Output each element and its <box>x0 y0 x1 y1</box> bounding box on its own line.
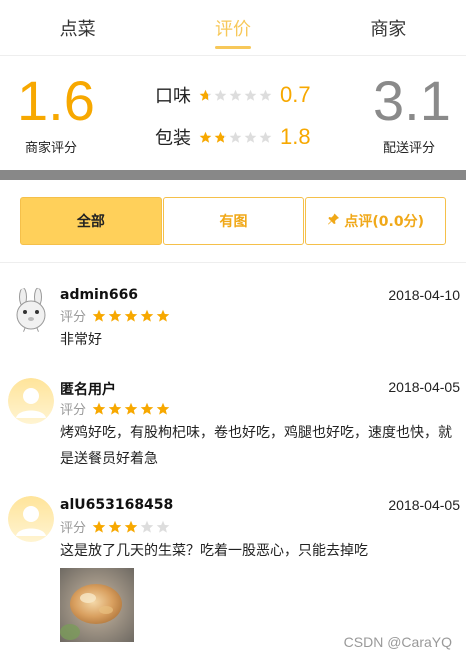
taste-label: 口味 <box>155 86 191 107</box>
packaging-stars <box>199 131 272 144</box>
star-icon <box>108 402 122 416</box>
review-stars <box>92 520 170 534</box>
review-rating: 评分 <box>60 399 170 418</box>
delivery-score: 3.1 <box>373 69 451 132</box>
star-icon <box>124 309 138 323</box>
star-icon <box>140 520 154 534</box>
star-icon <box>156 520 170 534</box>
star-icon <box>92 402 106 416</box>
review-item: 匿名用户 2018-04-05 评分 烤鸡好吃，有股枸杞味，卷也好吃，鸡腿也好吃… <box>0 376 466 476</box>
star-icon <box>124 520 138 534</box>
star-icon <box>156 402 170 416</box>
merchant-score: 1.6 <box>17 69 95 132</box>
review-username: 匿名用户 <box>60 382 116 398</box>
star-icon <box>124 402 138 416</box>
star-icon <box>199 89 212 102</box>
star-icon <box>108 309 122 323</box>
review-stars <box>92 309 170 323</box>
review-rating-label: 评分 <box>60 310 87 325</box>
merchant-score-label: 商家评分 <box>25 141 78 156</box>
review-filter-group: 全部 有图 点评(0.0分) <box>20 197 447 245</box>
review-item: alU653168458 2018-04-05 评分 这是放了几天的生菜？吃着一… <box>0 494 466 644</box>
review-rating: 评分 <box>60 517 170 536</box>
bunny-avatar-icon[interactable] <box>8 287 54 333</box>
star-icon <box>92 309 106 323</box>
star-icon <box>259 131 272 144</box>
star-icon <box>140 402 154 416</box>
review-rating-label: 评分 <box>60 403 87 418</box>
review-date: 2018-04-10 <box>388 287 460 303</box>
star-icon <box>92 520 106 534</box>
review-stars <box>92 402 170 416</box>
tab-order[interactable]: 点菜 <box>0 0 155 55</box>
review-text: 非常好 <box>60 332 102 348</box>
top-tab-bar: 点菜 评价 商家 <box>0 0 466 56</box>
review-username: admin666 <box>60 287 139 303</box>
star-icon <box>229 89 242 102</box>
default-avatar-icon[interactable] <box>8 378 54 424</box>
filter-all-button[interactable]: 全部 <box>20 197 162 245</box>
review-food-photo[interactable] <box>60 568 134 642</box>
taste-value: 0.7 <box>280 82 311 107</box>
delivery-score-label: 配送评分 <box>383 141 436 156</box>
star-icon <box>214 131 227 144</box>
section-divider <box>0 170 466 180</box>
review-username: alU653168458 <box>60 497 174 513</box>
star-icon <box>199 131 212 144</box>
review-rating: 评分 <box>60 306 170 325</box>
review-date: 2018-04-05 <box>388 497 460 513</box>
taste-rating-row: 口味 0.7 <box>155 81 311 109</box>
star-icon <box>156 309 170 323</box>
watermark: CSDN @CaraYQ <box>343 634 452 650</box>
list-separator <box>0 262 466 263</box>
review-date: 2018-04-05 <box>388 379 460 395</box>
review-text: 烤鸡好吃，有股枸杞味，卷也好吃，鸡腿也好吃，速度也快，就是送餐员好着急 <box>60 425 452 467</box>
tab-merchant[interactable]: 商家 <box>311 0 466 55</box>
thumbtack-icon <box>327 213 340 230</box>
default-avatar-icon[interactable] <box>8 496 54 542</box>
packaging-value: 1.8 <box>280 124 311 149</box>
filter-score-label: 点评(0.0分) <box>344 214 424 230</box>
tab-reviews[interactable]: 评价 <box>155 0 310 55</box>
star-icon <box>229 131 242 144</box>
review-text: 这是放了几天的生菜？吃着一股恶心，只能去掉吃 <box>60 543 368 559</box>
packaging-label: 包装 <box>155 128 191 149</box>
packaging-rating-row: 包装 1.8 <box>155 123 311 151</box>
star-icon <box>244 131 257 144</box>
filter-with-pictures-button[interactable]: 有图 <box>162 197 305 245</box>
review-rating-label: 评分 <box>60 521 87 536</box>
rating-summary: 1.6 商家评分 口味 0.7 包装 1.8 3.1 配送评分 <box>0 57 466 170</box>
star-icon <box>140 309 154 323</box>
star-icon <box>244 89 257 102</box>
star-icon <box>259 89 272 102</box>
taste-stars <box>199 89 272 102</box>
star-icon <box>108 520 122 534</box>
star-icon <box>214 89 227 102</box>
review-item: admin666 2018-04-10 评分 非常好 <box>0 283 466 353</box>
filter-score-button[interactable]: 点评(0.0分) <box>305 197 447 245</box>
